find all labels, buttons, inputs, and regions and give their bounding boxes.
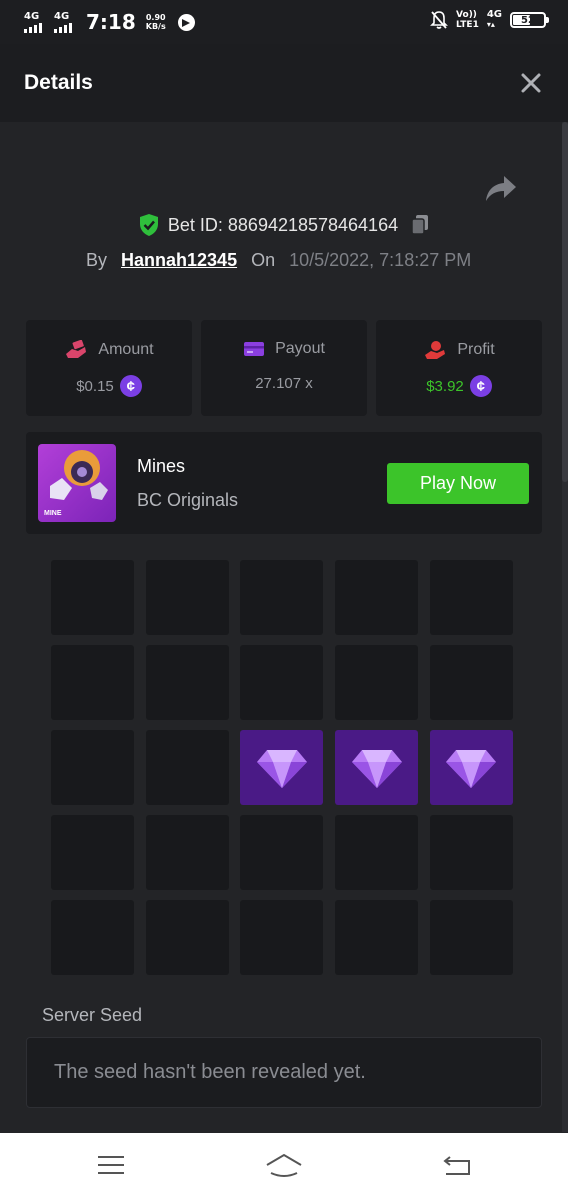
volte-bottom: LTE1 [456,20,479,30]
bet-byline: By Hannah12345 On 10/5/2022, 7:18:27 PM [86,250,471,271]
network-speed: 0.90 KB/s [146,13,166,31]
grid-cell [240,815,324,890]
home-icon[interactable] [265,1153,303,1179]
grid-cell [51,900,134,975]
verified-shield-icon [139,214,158,236]
grid-cell [335,645,419,720]
grid-cell [51,730,134,805]
card-icon [244,342,265,356]
diamond-icon [446,749,497,788]
speed-unit: KB/s [145,22,166,31]
grid-cell [51,815,134,890]
volte-indicator: Vo)) LTE1 [456,10,479,30]
grid-cell [429,560,513,635]
grid-cell-gem [335,730,419,805]
game-thumb-label: MINE [44,510,62,517]
game-name: Mines [137,456,186,476]
profit-value: $3.92 [426,377,464,395]
scrollbar[interactable] [562,122,568,1132]
profit-label: Profit [457,341,495,358]
speed-value: 0.90 [145,13,166,22]
page-title: Details [24,71,93,94]
grid-cell [429,900,513,975]
grid-cell [240,900,324,975]
grid-cell [145,560,229,635]
amount-label: Amount [98,341,154,358]
profit-hand-icon [425,341,446,359]
back-icon[interactable] [442,1153,472,1177]
network-type: 4G ▾▴ [486,9,502,30]
grid-cell [240,645,324,720]
status-bar: 4G 4G 7:18 0.90 KB/s Vo)) LTE1 4G ▾▴ 52 [0,0,568,44]
grid-cell [145,645,229,720]
grid-cell [51,560,134,635]
payout-value: 27.107 x [255,375,313,392]
amount-value: $0.15 [76,377,114,395]
game-provider: BC Originals [137,490,239,510]
bet-id: Bet ID: 88694218578464164 [167,214,399,235]
mute-bell-icon [430,11,448,29]
by-label: By [86,250,108,270]
grid-cell [429,815,513,890]
telegram-icon [177,13,195,31]
system-nav-bar [0,1133,568,1200]
payout-card: Payout 27.107 x [201,320,367,416]
server-seed-field: The seed hasn't been revealed yet. [26,1037,542,1108]
game-thumbnail[interactable]: MINE [38,444,116,522]
payout-label: Payout [275,340,325,357]
grid-cell [335,815,419,890]
amount-card: Amount $0.15 ¢ [26,320,192,416]
grid-cell [429,645,513,720]
signal-label: 4G [24,11,40,22]
close-icon[interactable] [520,72,542,94]
details-header: Details [0,44,568,122]
server-seed-label: Server Seed [42,1005,143,1025]
clock: 7:18 [86,10,136,34]
username-link[interactable]: Hannah12345 [121,250,237,271]
game-card: MINE Mines BC Originals Play Now [26,432,542,534]
signal-label: 4G [54,11,70,22]
volte-top: Vo)) [456,10,477,20]
battery-icon: 52 [510,12,549,28]
grid-cell [240,560,324,635]
network-label: 4G [486,9,502,20]
grid-cell-gem [240,730,324,805]
grid-cell-gem [429,730,513,805]
bet-date: 10/5/2022, 7:18:27 PM [289,250,472,270]
bet-id-row: Bet ID: 88694218578464164 [0,213,568,237]
copy-icon[interactable] [410,214,430,236]
signal-icon: 4G [22,11,46,33]
grid-cell [335,560,419,635]
on-label: On [251,250,276,270]
play-now-button[interactable]: Play Now [387,463,529,504]
mines-grid [51,560,513,975]
battery-level: 52 [521,14,535,26]
grid-cell [335,900,419,975]
grid-cell [145,815,229,890]
coin-icon: ¢ [119,375,142,397]
diamond-icon [256,749,307,788]
profit-card: Profit $3.92 ¢ [376,320,542,416]
money-hand-icon [66,340,87,358]
grid-cell [145,900,229,975]
share-icon[interactable] [484,174,518,204]
coin-icon: ¢ [469,375,492,397]
signal-icon: 4G [52,11,76,33]
menu-icon[interactable] [97,1153,125,1177]
grid-cell [145,730,229,805]
grid-cell [51,645,134,720]
diamond-icon [351,749,402,788]
